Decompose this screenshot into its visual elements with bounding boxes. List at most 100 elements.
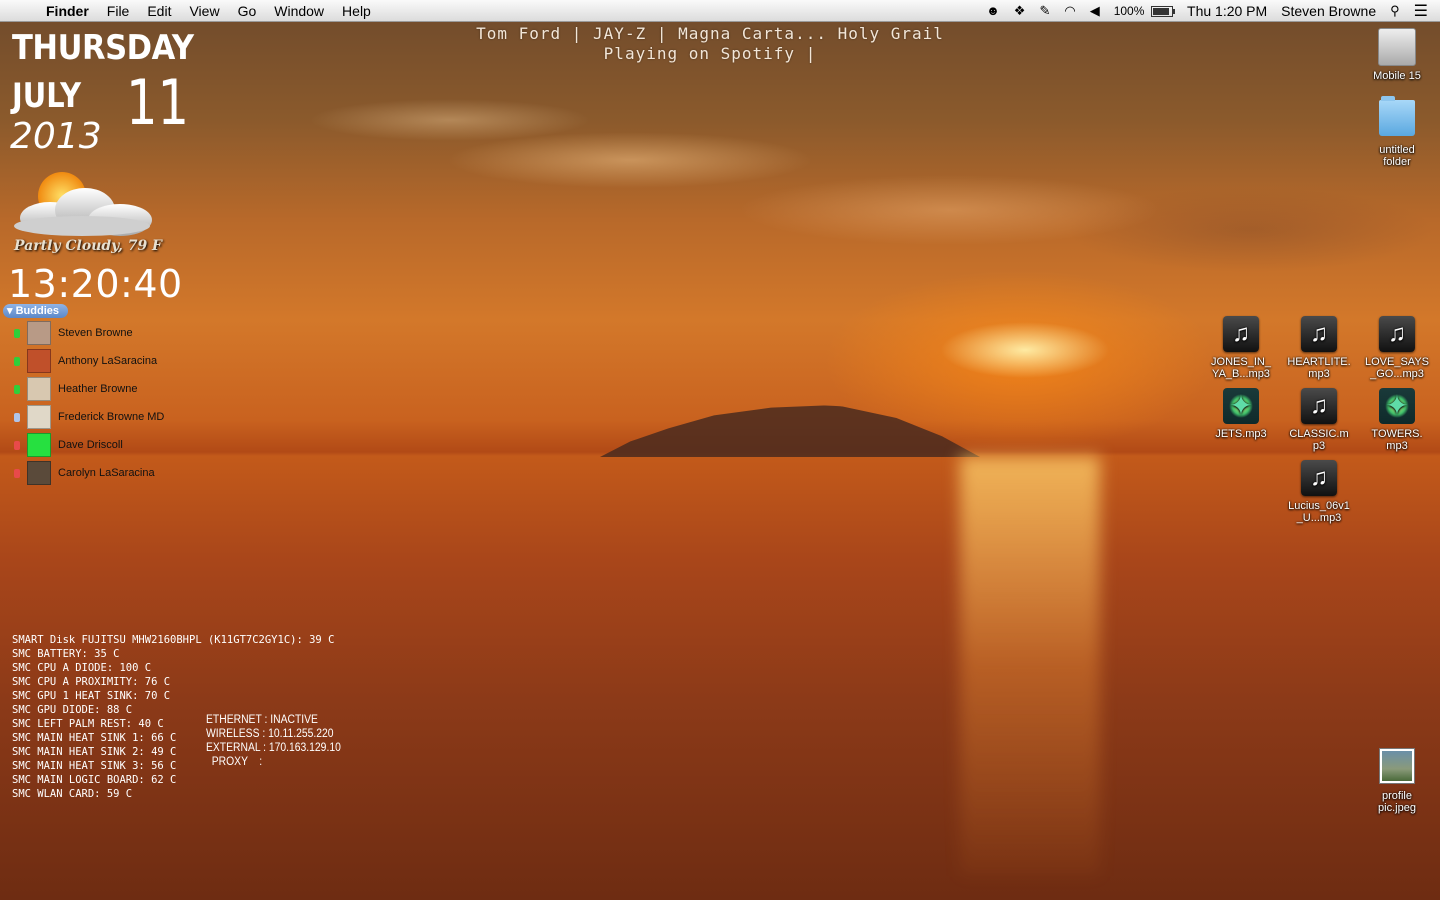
wifi-icon[interactable]: ◠ bbox=[1057, 3, 1082, 19]
desktop-icon-heartlite-mp3[interactable]: ♫ HEARTLITE.mp3 bbox=[1281, 316, 1357, 380]
music-file-icon: ♫ bbox=[1223, 316, 1259, 352]
buddy-row[interactable]: Carolyn LaSaracina bbox=[14, 460, 155, 486]
battery-percent: 100% bbox=[1113, 4, 1145, 18]
menu-edit[interactable]: Edit bbox=[138, 3, 180, 19]
buddy-name: Dave Driscoll bbox=[58, 439, 123, 451]
network-line: WIRELESS : 10.11.255.220 bbox=[206, 728, 334, 740]
stat-line: SMC MAIN LOGIC BOARD: 62 C bbox=[12, 774, 177, 786]
desktop-icon-label: CLASSIC.mp3 bbox=[1289, 428, 1349, 452]
wrench-icon[interactable]: ✎ bbox=[1032, 3, 1057, 19]
date-year: 2013 bbox=[10, 116, 102, 157]
status-indicator-icon bbox=[14, 440, 20, 450]
desktop-icon-label: profile pic.jpeg bbox=[1378, 790, 1416, 814]
status-indicator-icon bbox=[14, 468, 20, 478]
robot-icon[interactable]: ☻ bbox=[979, 3, 1007, 18]
buddies-header-label: Buddies bbox=[15, 305, 59, 317]
desktop-clock: 13:20:40 bbox=[8, 262, 183, 306]
buddy-name: Frederick Browne MD bbox=[58, 411, 165, 423]
desktop-icon-mobile-drive[interactable]: Mobile 15 bbox=[1359, 28, 1435, 82]
avatar bbox=[27, 433, 51, 457]
spotlight-icon[interactable]: ⚲ bbox=[1383, 3, 1407, 19]
audio-file-icon bbox=[1379, 388, 1415, 424]
menu-clock[interactable]: Thu 1:20 PM bbox=[1180, 3, 1274, 19]
buddy-row[interactable]: Frederick Browne MD bbox=[14, 404, 164, 430]
menu-extras: ☻ ❖ ✎ ◠ ◀ 100% Thu 1:20 PM Steven Browne… bbox=[979, 0, 1440, 22]
desktop-icon-lucius-mp3[interactable]: ♫ Lucius_06v1_U...mp3 bbox=[1281, 460, 1357, 524]
avatar bbox=[27, 321, 51, 345]
notification-list-icon[interactable]: ☰ bbox=[1407, 1, 1440, 21]
buddy-row[interactable]: Dave Driscoll bbox=[14, 432, 123, 458]
avatar bbox=[27, 377, 51, 401]
desktop-icon-profile-pic[interactable]: profile pic.jpeg bbox=[1359, 748, 1435, 814]
menu-go[interactable]: Go bbox=[229, 3, 266, 19]
buddy-row[interactable]: Steven Browne bbox=[14, 320, 133, 346]
desktop-icon-label: untitled folder bbox=[1379, 144, 1415, 168]
music-file-icon: ♫ bbox=[1379, 316, 1415, 352]
menu-file[interactable]: File bbox=[98, 3, 139, 19]
avatar bbox=[27, 349, 51, 373]
buddy-row[interactable]: Anthony LaSaracina bbox=[14, 348, 157, 374]
network-line: ETHERNET : INACTIVE bbox=[206, 714, 318, 726]
status-indicator-icon bbox=[14, 328, 20, 338]
music-file-icon: ♫ bbox=[1301, 388, 1337, 424]
wallpaper-island bbox=[600, 405, 980, 457]
now-playing-source: Playing on Spotify | bbox=[603, 44, 817, 63]
stat-line: SMC BATTERY: 35 C bbox=[12, 648, 120, 660]
desktop-icon-love-says-mp3[interactable]: ♫ LOVE_SAYS_GO...mp3 bbox=[1359, 316, 1435, 380]
desktop-icon-label: TOWERS.mp3 bbox=[1371, 428, 1423, 452]
stat-line: SMC GPU 1 HEAT SINK: 70 C bbox=[12, 690, 171, 702]
date-month: JULY bbox=[12, 76, 82, 116]
wallpaper-clouds bbox=[250, 60, 1440, 320]
desktop-icon-jones-mp3[interactable]: ♫ JONES_IN_YA_B...mp3 bbox=[1203, 316, 1279, 380]
now-playing-track: Tom Ford | JAY-Z | Magna Carta... Holy G… bbox=[476, 24, 944, 43]
wallpaper-sun-reflection bbox=[960, 456, 1100, 876]
battery-status[interactable]: 100% bbox=[1107, 3, 1180, 18]
menu-view[interactable]: View bbox=[180, 3, 228, 19]
desktop-icon-label: Mobile 15 bbox=[1373, 70, 1421, 82]
disclosure-triangle-icon: ▾ bbox=[7, 305, 13, 317]
desktop-icon-towers-mp3[interactable]: TOWERS.mp3 bbox=[1359, 388, 1435, 452]
network-stats: ETHERNET : INACTIVE WIRELESS : 10.11.255.… bbox=[206, 713, 341, 769]
dropbox-icon[interactable]: ❖ bbox=[1007, 3, 1033, 19]
image-file-icon bbox=[1379, 748, 1415, 784]
menu-help[interactable]: Help bbox=[333, 3, 380, 19]
buddies-group-header[interactable]: ▾ Buddies bbox=[3, 304, 68, 318]
buddy-row[interactable]: Heather Browne bbox=[14, 376, 138, 402]
status-indicator-icon bbox=[14, 412, 20, 422]
menu-bar: Finder File Edit View Go Window Help ☻ ❖… bbox=[0, 0, 1440, 22]
menu-window[interactable]: Window bbox=[265, 3, 333, 19]
music-file-icon: ♫ bbox=[1301, 460, 1337, 496]
desktop-icon-label: Lucius_06v1_U...mp3 bbox=[1288, 500, 1350, 524]
status-indicator-icon bbox=[14, 384, 20, 394]
hard-drive-icon bbox=[1378, 28, 1416, 66]
music-file-icon: ♫ bbox=[1301, 316, 1337, 352]
buddy-name: Steven Browne bbox=[58, 327, 133, 339]
folder-icon bbox=[1379, 96, 1415, 136]
volume-icon[interactable]: ◀ bbox=[1083, 3, 1107, 19]
avatar bbox=[27, 461, 51, 485]
date-day-number: 11 bbox=[126, 66, 190, 139]
desktop-icon-untitled-folder[interactable]: untitled folder bbox=[1359, 96, 1435, 168]
date-weekday: THURSDAY bbox=[12, 28, 194, 68]
stat-line: SMC CPU A DIODE: 100 C bbox=[12, 662, 152, 674]
avatar bbox=[27, 405, 51, 429]
desktop-icon-label: LOVE_SAYS_GO...mp3 bbox=[1365, 356, 1429, 380]
stat-line: SMC WLAN CARD: 59 C bbox=[12, 788, 133, 800]
menu-finder[interactable]: Finder bbox=[40, 3, 98, 19]
desktop-icon-jets-mp3[interactable]: JETS.mp3 bbox=[1203, 388, 1279, 440]
stat-line: SMART Disk FUJITSU MHW2160BHPL (K11GT7C2… bbox=[12, 634, 335, 646]
desktop-icon-label: JONES_IN_YA_B...mp3 bbox=[1211, 356, 1271, 380]
desktop-icon-label: HEARTLITE.mp3 bbox=[1287, 356, 1351, 380]
buddy-name: Anthony LaSaracina bbox=[58, 355, 158, 367]
network-line: PROXY : bbox=[206, 756, 263, 768]
stat-line: SMC CPU A PROXIMITY: 76 C bbox=[12, 676, 171, 688]
desktop-icon-classic-mp3[interactable]: ♫ CLASSIC.mp3 bbox=[1281, 388, 1357, 452]
menu-user[interactable]: Steven Browne bbox=[1274, 3, 1383, 19]
buddy-name: Carolyn LaSaracina bbox=[58, 467, 155, 479]
audio-file-icon bbox=[1223, 388, 1259, 424]
weather-condition: Partly Cloudy, 79 F bbox=[14, 238, 162, 254]
buddy-name: Heather Browne bbox=[58, 383, 138, 395]
network-line: EXTERNAL : 170.163.129.10 bbox=[206, 742, 341, 754]
status-indicator-icon bbox=[14, 356, 20, 366]
now-playing-widget: Tom Ford | JAY-Z | Magna Carta... Holy G… bbox=[420, 24, 1000, 64]
